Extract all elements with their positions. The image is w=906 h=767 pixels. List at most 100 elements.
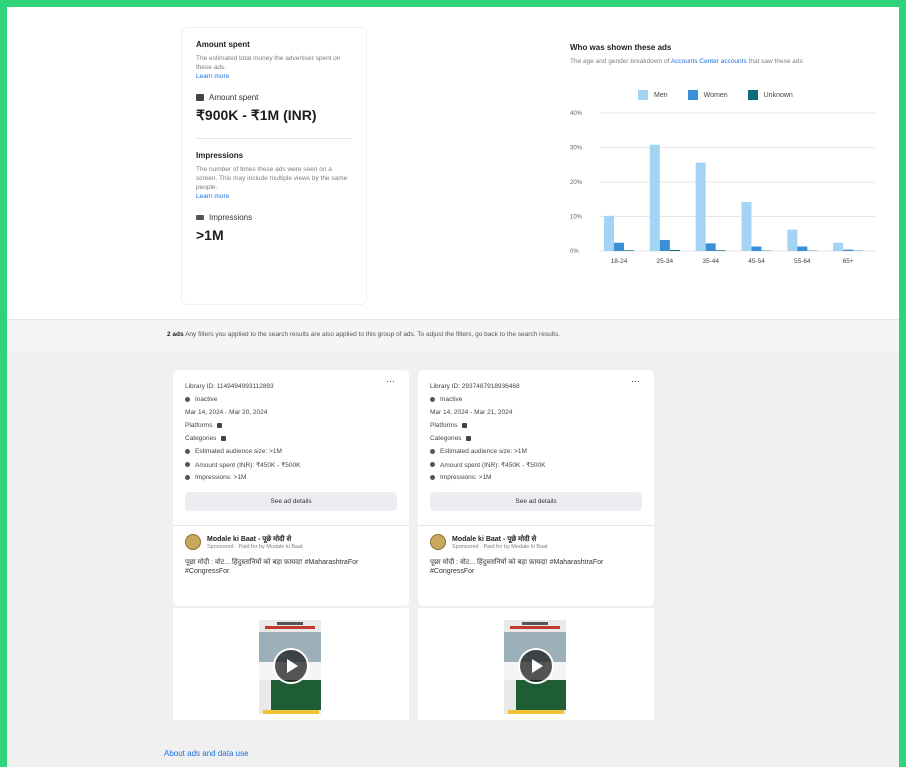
ad-library-id: Library ID: 1149494993112893 bbox=[185, 383, 274, 390]
ad-body-text: पूछा मोदी : वोट... हिंदुस्तानियों को बड़… bbox=[185, 559, 359, 575]
category-icon bbox=[466, 436, 472, 441]
impressions-title: Impressions bbox=[196, 151, 244, 160]
bar-chart-svg: 40% 30% 20% 10% 0% 18-24 25-34 35-44 45-54 55-64 6… bbox=[570, 111, 875, 265]
ad-spent: Amount spent (INR): ₹450K - ₹500K bbox=[430, 458, 642, 471]
impressions-value: >1M bbox=[196, 227, 224, 243]
impressions-metric-label: Impressions bbox=[209, 213, 253, 222]
sponsored-label: Sponsored · Paid for by Modale ki Baat bbox=[207, 543, 303, 550]
headline-graphic bbox=[510, 622, 560, 629]
chart-legend: Men Women Unknown bbox=[638, 90, 793, 100]
x-tick-label: 25-34 bbox=[657, 258, 674, 265]
platform-icon bbox=[217, 423, 223, 428]
bar-women bbox=[843, 249, 854, 251]
amount-spent-metric-label: Amount spent bbox=[209, 93, 259, 102]
bar-women bbox=[705, 243, 716, 251]
ad-reach-label: Estimated audience size: >1M bbox=[440, 448, 527, 455]
y-tick-label: 10% bbox=[570, 215, 583, 221]
money-icon bbox=[185, 462, 190, 467]
video-thumbnail[interactable] bbox=[259, 620, 321, 714]
play-icon[interactable] bbox=[518, 648, 554, 684]
ad-categories: Categories bbox=[185, 432, 397, 445]
page-name-link[interactable]: Modale ki Baat - पूछे मोदी से bbox=[207, 535, 303, 544]
impressions-description: The number of times these ads were seen … bbox=[196, 166, 348, 191]
money-icon bbox=[430, 462, 435, 467]
bar-men bbox=[741, 202, 752, 251]
bar-unknown bbox=[669, 249, 680, 251]
ad-categories-label: Categories bbox=[185, 435, 217, 442]
ad-status-label: Inactive bbox=[440, 396, 463, 403]
x-tick-label: 55-64 bbox=[794, 258, 811, 265]
about-ads-link[interactable]: About ads and data use bbox=[164, 749, 249, 758]
ad-impressions: Impressions: >1M bbox=[185, 471, 397, 484]
x-tick-label: 35-44 bbox=[702, 258, 719, 265]
audience-chart: Who was shown these ads The age and gend… bbox=[570, 43, 890, 273]
see-ad-details-button[interactable]: See ad details bbox=[185, 492, 397, 511]
see-ad-details-button[interactable]: See ad details bbox=[430, 492, 642, 511]
metrics-card: Amount spent The estimated total money t… bbox=[181, 27, 367, 305]
ad-status: Inactive bbox=[430, 393, 642, 406]
amount-spent-metric: Amount spent bbox=[196, 93, 352, 102]
filter-info-bar: 2 ads Any filters you applied to the sea… bbox=[7, 319, 899, 351]
ad-dates: Mar 14, 2024 - Mar 20, 2024 bbox=[185, 409, 268, 416]
eye-icon bbox=[185, 475, 190, 480]
impressions-learn-more-link[interactable]: Learn more bbox=[196, 193, 352, 200]
bar-unknown bbox=[624, 250, 634, 251]
ad-media bbox=[173, 608, 409, 720]
ad-status: Inactive bbox=[185, 393, 397, 406]
more-options-icon[interactable]: ⋯ bbox=[386, 376, 395, 387]
ad-media bbox=[418, 608, 654, 720]
metrics-divider bbox=[196, 138, 352, 139]
thumbnail-green-band bbox=[271, 680, 321, 710]
accounts-center-link[interactable]: Accounts Center accounts bbox=[671, 58, 747, 65]
ad-categories-label: Categories bbox=[430, 435, 462, 442]
legend-swatch-unknown bbox=[747, 90, 758, 100]
bar-women bbox=[751, 246, 762, 251]
sponsored-label: Sponsored · Paid for by Modale ki Baat bbox=[452, 543, 548, 550]
bar-men bbox=[604, 215, 614, 251]
x-tick-label: 45-54 bbox=[748, 258, 765, 265]
ad-spent: Amount spent (INR): ₹450K - ₹500K bbox=[185, 458, 397, 471]
platform-icon bbox=[462, 423, 468, 428]
impressions-metric: Impressions bbox=[196, 213, 352, 222]
ad-divider bbox=[173, 525, 409, 526]
bar-unknown bbox=[715, 250, 726, 251]
thumbnail-yellow-band bbox=[508, 710, 564, 714]
more-options-icon[interactable]: ⋯ bbox=[631, 376, 640, 387]
ad-impressions-label: Impressions: >1M bbox=[195, 474, 247, 481]
amount-spent-description: The estimated total money the advertiser… bbox=[196, 55, 341, 71]
y-tick-label: 0% bbox=[570, 249, 579, 255]
y-tick-label: 30% bbox=[570, 146, 583, 152]
ad-page-row: Modale ki Baat - पूछे मोदी से Sponsored … bbox=[185, 534, 397, 550]
page-avatar[interactable] bbox=[430, 534, 446, 550]
chart-subtitle-suffix: that saw these ads bbox=[748, 58, 803, 65]
ad-spent-label: Amount spent (INR): ₹450K - ₹500K bbox=[195, 461, 301, 469]
video-thumbnail[interactable] bbox=[504, 620, 566, 714]
bar-women bbox=[659, 239, 670, 251]
ad-platforms-label: Platforms bbox=[430, 422, 458, 429]
page-avatar[interactable] bbox=[185, 534, 201, 550]
chart-subtitle-prefix: The age and gender breakdown of bbox=[570, 58, 670, 65]
ad-page-row: Modale ki Baat - पूछे मोदी से Sponsored … bbox=[430, 534, 642, 550]
ad-divider bbox=[418, 525, 654, 526]
ad-count: 2 ads bbox=[167, 331, 184, 338]
page-name-link[interactable]: Modale ki Baat - पूछे मोदी से bbox=[452, 535, 548, 544]
legend-swatch-women bbox=[687, 90, 698, 100]
ads-section: ⋯ Library ID: 1149494993112893 Inactive … bbox=[7, 351, 899, 767]
eye-icon bbox=[196, 215, 204, 220]
ad-categories: Categories bbox=[430, 432, 642, 445]
legend-item-men: Men bbox=[638, 90, 668, 100]
x-tick-label: 18-24 bbox=[611, 258, 628, 265]
bar-men bbox=[695, 162, 706, 251]
amount-spent-learn-more-link[interactable]: Learn more bbox=[196, 73, 352, 80]
category-icon bbox=[221, 436, 227, 441]
ad-status-label: Inactive bbox=[195, 396, 218, 403]
ad-impressions-label: Impressions: >1M bbox=[440, 474, 492, 481]
bar-women bbox=[614, 242, 624, 251]
status-dot-icon bbox=[430, 397, 435, 402]
play-icon[interactable] bbox=[273, 648, 309, 684]
amount-spent-value: ₹900K - ₹1M (INR) bbox=[196, 107, 317, 123]
legend-label-men: Men bbox=[654, 91, 668, 99]
bar-men bbox=[787, 229, 798, 251]
amount-spent-title: Amount spent bbox=[196, 40, 250, 49]
ad-body-text: पूछा मोदी : वोट... हिंदुस्तानियों को बड़… bbox=[430, 559, 604, 575]
